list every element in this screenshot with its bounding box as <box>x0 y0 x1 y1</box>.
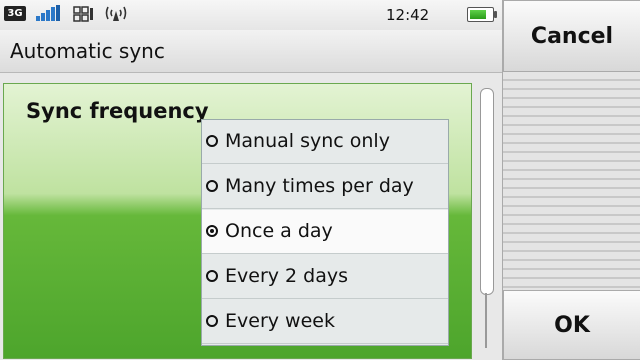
title-bar: Automatic sync <box>0 30 502 73</box>
sync-frequency-panel: Sync frequency Manual sync only Many time… <box>3 83 472 359</box>
main-content: Sync frequency Manual sync only Many time… <box>0 73 502 360</box>
cancel-button[interactable]: Cancel <box>503 0 640 72</box>
sync-option-label: Once a day <box>225 220 333 242</box>
radio-unchecked-icon[interactable] <box>206 180 218 192</box>
sync-frequency-label: Sync frequency <box>26 99 209 123</box>
radio-unchecked-icon[interactable] <box>206 315 218 327</box>
sync-option-label: Many times per day <box>225 175 414 197</box>
sync-option-item[interactable]: Once a day <box>202 210 448 254</box>
ok-button[interactable]: OK <box>503 290 640 360</box>
sync-option-label: Every 2 days <box>225 265 349 287</box>
clock: 12:42 <box>386 6 430 24</box>
sync-option-item[interactable]: Every week <box>202 300 448 344</box>
scrollbar-thumb[interactable] <box>480 88 494 295</box>
wireless-icon <box>105 6 127 21</box>
softkey-panel: Cancel OK <box>502 0 640 360</box>
signal-bars-icon <box>36 5 60 21</box>
keypad-grid-icon <box>73 6 93 22</box>
sync-frequency-options: Manual sync only Many times per day Once a… <box>201 119 449 346</box>
status-bar: 3G 12:42 <box>0 0 502 30</box>
sync-option-item[interactable]: Manual sync only <box>202 120 448 164</box>
sync-option-item[interactable]: Many times per day <box>202 165 448 209</box>
sync-option-item[interactable]: Every 2 days <box>202 255 448 299</box>
radio-unchecked-icon[interactable] <box>206 270 218 282</box>
battery-level-fill <box>470 10 486 19</box>
scrollbar-track[interactable] <box>485 293 487 348</box>
network-type-badge: 3G <box>4 6 26 21</box>
page-title: Automatic sync <box>10 39 165 63</box>
radio-checked-icon[interactable] <box>206 225 218 237</box>
sync-option-label: Every week <box>225 310 335 332</box>
battery-icon <box>467 7 497 22</box>
sync-option-label: Manual sync only <box>225 130 390 152</box>
radio-unchecked-icon[interactable] <box>206 135 218 147</box>
